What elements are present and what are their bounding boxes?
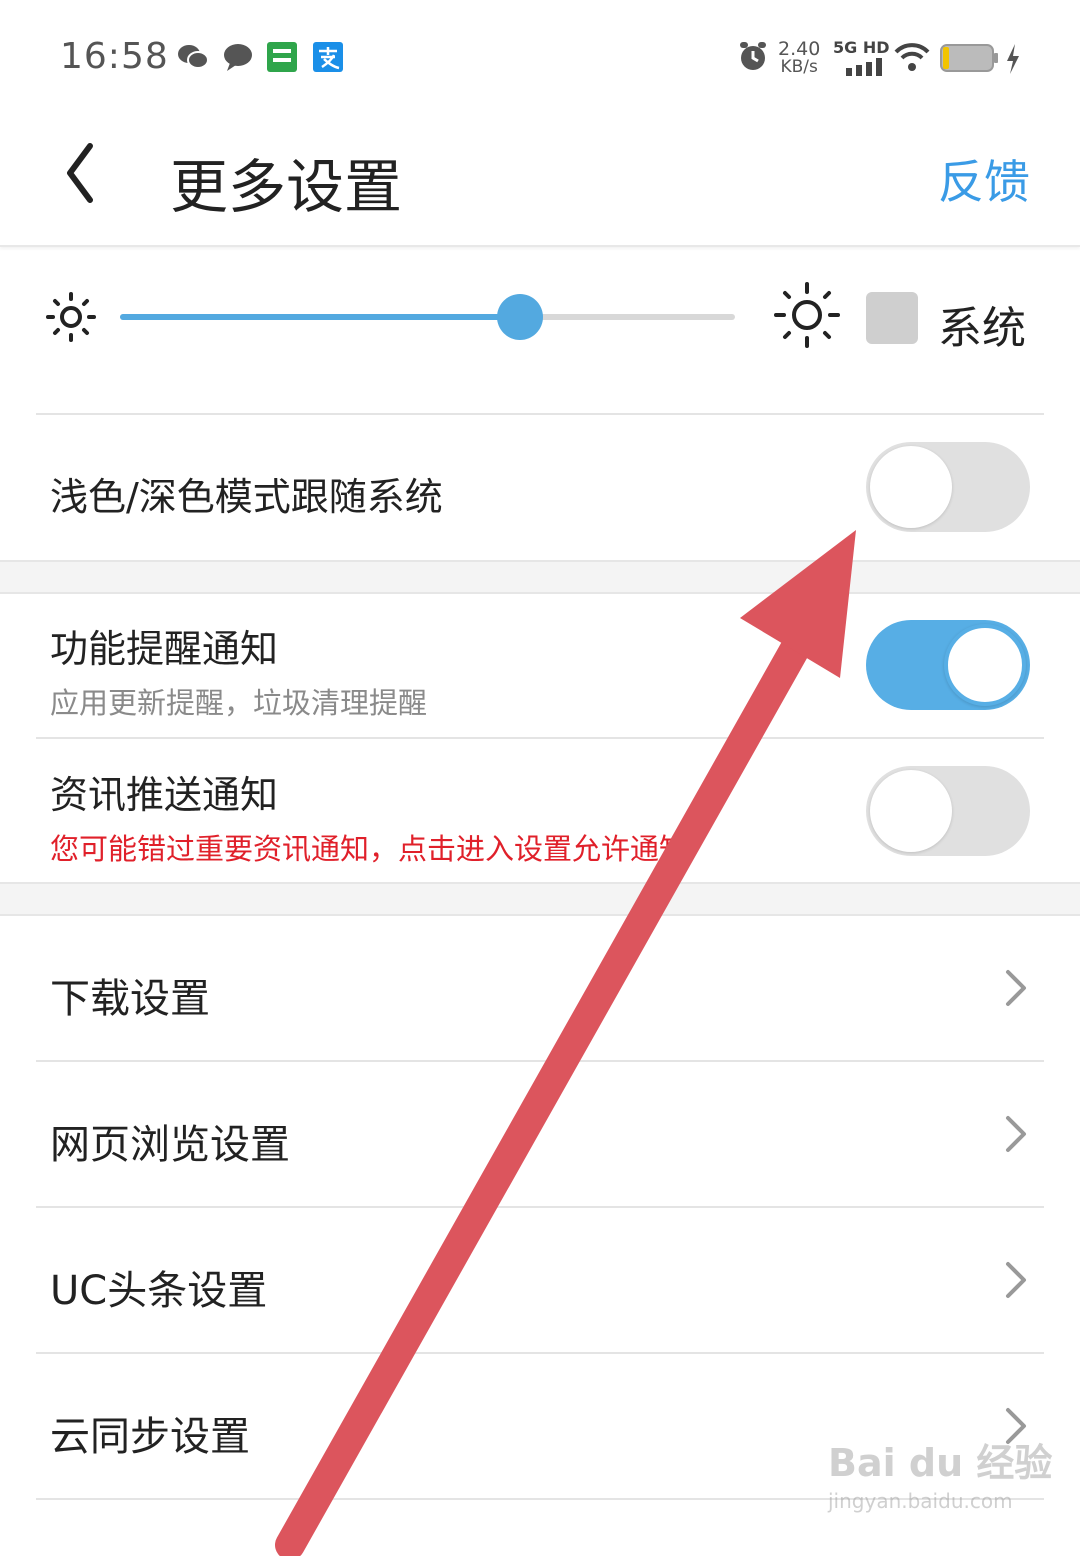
feature-notification-title: 功能提醒通知 — [50, 627, 279, 671]
alarm-icon — [740, 42, 766, 70]
nav-item-label: UC头条设置 — [50, 1268, 268, 1314]
baidu-watermark: Bai du 经验 jingyan.baidu.com — [828, 1441, 1053, 1513]
header: 更多设置 反馈 — [0, 110, 1080, 247]
section-separator — [0, 560, 1080, 594]
wifi-icon — [894, 43, 930, 71]
feature-notification-toggle[interactable] — [866, 620, 1030, 710]
chevron-right-icon — [1006, 1116, 1026, 1152]
nav-item-download-settings[interactable]: 下载设置 — [0, 916, 1080, 1061]
brightness-row: 系统 — [0, 246, 1080, 414]
message-icon — [224, 44, 252, 71]
system-brightness-label: 系统 — [938, 303, 1026, 354]
news-notification-title: 资讯推送通知 — [50, 773, 279, 817]
theme-follow-system-toggle[interactable] — [866, 442, 1030, 532]
toggle-knob — [944, 624, 1026, 706]
nav-item-label: 云同步设置 — [50, 1414, 250, 1460]
brightness-low-icon — [46, 292, 96, 342]
nav-item-uc-headline-settings[interactable]: UC头条设置 — [0, 1208, 1080, 1353]
alipay-icon — [313, 42, 343, 72]
divider — [36, 413, 1044, 415]
signal-icon — [846, 58, 882, 76]
nav-item-label: 网页浏览设置 — [50, 1122, 290, 1168]
status-bar: 16:58 2.40 KB/s 5G HD — [0, 0, 1080, 110]
charging-icon — [1007, 44, 1019, 74]
feedback-link[interactable]: 反馈 — [938, 146, 1030, 212]
feature-notification-subtitle: 应用更新提醒，垃圾清理提醒 — [50, 686, 428, 720]
brightness-slider-fill — [120, 314, 520, 320]
ringtone-app-icon — [267, 42, 297, 72]
wechat-icon — [178, 45, 209, 69]
brightness-slider[interactable] — [120, 294, 735, 340]
news-notification-toggle[interactable] — [866, 766, 1030, 856]
brightness-slider-thumb[interactable] — [496, 294, 543, 340]
toggle-knob — [870, 446, 952, 528]
signal-label: 5G HD — [833, 38, 890, 57]
back-button[interactable] — [58, 138, 108, 208]
theme-follow-system-label: 浅色/深色模式跟随系统 — [50, 475, 443, 519]
brightness-high-icon — [774, 282, 840, 348]
chevron-right-icon — [1006, 970, 1026, 1006]
net-speed: 2.40 KB/s — [778, 38, 821, 77]
divider — [36, 737, 1044, 739]
news-notification-warning[interactable]: 您可能错过重要资讯通知，点击进入设置允许通知 — [50, 826, 688, 868]
nav-item-browsing-settings[interactable]: 网页浏览设置 — [0, 1062, 1080, 1207]
toggle-knob — [870, 770, 952, 852]
system-brightness-checkbox[interactable] — [866, 292, 918, 344]
status-time: 16:58 — [60, 36, 169, 77]
section-separator — [0, 882, 1080, 916]
page-title: 更多设置 — [170, 153, 403, 221]
battery-icon — [940, 44, 998, 72]
chevron-right-icon — [1006, 1262, 1026, 1298]
nav-item-label: 下载设置 — [50, 976, 210, 1022]
